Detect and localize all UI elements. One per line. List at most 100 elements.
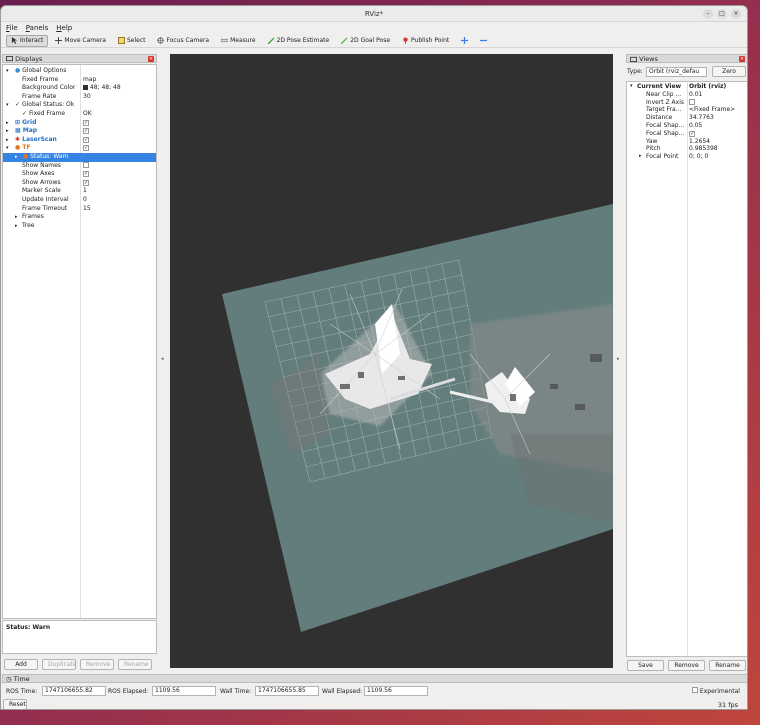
add-tool-button[interactable] <box>456 35 473 47</box>
tree-row-frames[interactable]: ▸ Frames <box>3 213 156 222</box>
minimize-button[interactable]: – <box>703 9 713 19</box>
near-clip-row[interactable]: Near Clip ... 0.01 <box>627 91 747 99</box>
chevron-right-icon[interactable]: ▸ <box>15 153 18 162</box>
invert-z-row[interactable]: Invert Z Axis <box>627 98 747 107</box>
scene-render[interactable] <box>170 54 613 668</box>
chevron-down-icon[interactable]: ▾ <box>6 101 9 110</box>
close-panel-icon[interactable]: × <box>148 56 154 62</box>
experimental-option[interactable]: Experimental <box>692 686 740 697</box>
chevron-right-icon[interactable]: ▸ <box>6 136 9 145</box>
distance-row[interactable]: Distance 34.7763 <box>627 114 747 122</box>
tree-row-map[interactable]: ▸ ▦ Map ✓ <box>3 127 156 136</box>
invert-z-checkbox[interactable] <box>689 98 695 105</box>
tree-row-background-color[interactable]: Background Color 48; 48; 48 <box>3 84 156 93</box>
check-icon: ✓ <box>22 110 28 117</box>
reset-button[interactable]: Reset <box>3 699 27 709</box>
color-swatch[interactable] <box>83 84 88 90</box>
zero-button[interactable]: Zero <box>712 66 746 77</box>
show-arrows-checkbox[interactable]: ✓ <box>83 179 89 186</box>
menu-help[interactable]: Help <box>56 22 72 34</box>
wall-time-field[interactable]: 1747106655.85 <box>255 686 319 696</box>
menu-panels[interactable]: Panels <box>26 22 49 34</box>
monitor-icon <box>6 56 13 62</box>
map-enabled-checkbox[interactable]: ✓ <box>83 128 89 135</box>
tree-row-show-arrows[interactable]: Show Arrows ✓ <box>3 179 156 188</box>
add-display-button[interactable]: Add <box>4 659 38 670</box>
select-tool[interactable]: Select <box>113 35 151 47</box>
tree-row-global-status[interactable]: ▾ ✓ Global Status: Ok <box>3 101 156 110</box>
tf-enabled-checkbox[interactable]: ✓ <box>83 145 89 152</box>
chevron-right-icon[interactable]: ▸ <box>6 127 9 136</box>
laserscan-enabled-checkbox[interactable]: ✓ <box>83 136 89 143</box>
title-bar[interactable]: RViz* – □ × <box>1 6 747 22</box>
focal-shape-size-row[interactable]: Focal Shap... 0.05 <box>627 122 747 130</box>
remove-view-button[interactable]: Remove <box>668 660 705 671</box>
tree-row-update-interval[interactable]: Update Interval 0 <box>3 196 156 205</box>
check-icon: ✓ <box>15 101 21 109</box>
target-frame-row[interactable]: Target Fra... <Fixed Frame> <box>627 106 747 114</box>
tree-row-tree[interactable]: ▸ Tree <box>3 222 156 231</box>
chevron-right-icon[interactable]: ▸ <box>15 213 18 222</box>
views-panel: Views × Type: Orbit (rviz_defau Zero ▾ C… <box>626 54 747 673</box>
duplicate-display-button[interactable]: Duplicate <box>42 659 77 670</box>
interact-tool[interactable]: Interact <box>6 34 49 47</box>
menu-file[interactable]: File <box>6 22 18 34</box>
measure-tool[interactable]: Measure <box>216 35 261 47</box>
close-button[interactable]: × <box>731 9 741 19</box>
tree-row-fixed-frame-status[interactable]: ✓ Fixed Frame OK <box>3 110 156 119</box>
tree-row-show-names[interactable]: Show Names <box>3 161 156 171</box>
rename-display-button[interactable]: Rename <box>118 659 152 670</box>
goal-pose-tool[interactable]: 2D Goal Pose <box>336 35 395 47</box>
remove-tool-button[interactable] <box>475 35 492 47</box>
view-type-select[interactable]: Orbit (rviz_defau <box>646 67 707 77</box>
chevron-down-icon[interactable]: ▾ <box>6 67 9 76</box>
ros-time-field[interactable]: 1747106655.82 <box>42 686 106 696</box>
show-names-checkbox[interactable] <box>83 161 89 168</box>
maximize-button[interactable]: □ <box>717 9 727 19</box>
pitch-row[interactable]: Pitch 0.985398 <box>627 145 747 153</box>
focal-point-row[interactable]: ▸ Focal Point 0; 0; 0 <box>627 153 747 161</box>
tree-row-global-options[interactable]: ▾ ● Global Options <box>3 67 156 76</box>
tree-row-tf[interactable]: ▾ ● TF ✓ <box>3 144 156 153</box>
laser-icon: ✱ <box>15 135 21 143</box>
chevron-right-icon[interactable]: ▸ <box>639 153 642 161</box>
chevron-right-icon[interactable]: ▸ <box>15 222 18 231</box>
globe-icon: ● <box>15 67 21 74</box>
chevron-down-icon[interactable]: ▾ <box>6 144 9 153</box>
wall-elapsed-field[interactable]: 1109.56 <box>364 686 428 696</box>
tree-row-frame-timeout[interactable]: Frame Timeout 15 <box>3 205 156 214</box>
displays-panel: Displays × ▾ ● Global Options Fixed Fram… <box>2 54 157 673</box>
grid-enabled-checkbox[interactable]: ✓ <box>83 119 89 126</box>
close-panel-icon[interactable]: × <box>739 56 745 62</box>
pose-estimate-tool[interactable]: 2D Pose Estimate <box>263 35 335 47</box>
focus-camera-tool[interactable]: Focus Camera <box>152 35 214 47</box>
remove-display-button[interactable]: Remove <box>80 659 114 670</box>
collapse-right-icon[interactable]: ▸ <box>617 356 620 362</box>
publish-point-tool[interactable]: Publish Point <box>397 35 454 47</box>
focal-shape-fixed-checkbox[interactable]: ✓ <box>689 130 695 137</box>
tree-row-frame-rate[interactable]: Frame Rate 30 <box>3 93 156 102</box>
select-box-icon <box>117 37 125 44</box>
tree-row-show-axes[interactable]: Show Axes ✓ <box>3 170 156 179</box>
render-viewport[interactable] <box>170 54 613 668</box>
tree-row-tf-status[interactable]: ▸ ● Status: Warn <box>3 153 156 162</box>
show-axes-checkbox[interactable]: ✓ <box>83 171 89 178</box>
ros-elapsed-field[interactable]: 1109.56 <box>152 686 216 696</box>
move-camera-tool[interactable]: Move Camera <box>50 35 111 47</box>
chevron-down-icon[interactable]: ▾ <box>630 83 633 91</box>
wall-elapsed-label: Wall Elapsed: <box>322 688 363 695</box>
tree-row-grid[interactable]: ▸ ⊞ Grid ✓ <box>3 119 156 128</box>
chevron-right-icon[interactable]: ▸ <box>6 119 9 128</box>
current-view-row[interactable]: ▾ Current View Orbit (rviz) <box>627 83 747 91</box>
status-description: Status: Warn <box>2 620 157 654</box>
tree-row-fixed-frame[interactable]: Fixed Frame map <box>3 76 156 85</box>
menu-bar: File Panels Help <box>1 22 747 34</box>
tree-row-laserscan[interactable]: ▸ ✱ LaserScan ✓ <box>3 136 156 145</box>
yaw-row[interactable]: Yaw 1.2654 <box>627 138 747 146</box>
focal-shape-fixed-row[interactable]: Focal Shap... ✓ <box>627 130 747 138</box>
rename-view-button[interactable]: Rename <box>709 660 746 671</box>
tree-row-marker-scale[interactable]: Marker Scale 1 <box>3 187 156 196</box>
save-view-button[interactable]: Save <box>627 660 664 671</box>
experimental-checkbox[interactable] <box>692 687 698 693</box>
collapse-left-icon[interactable]: ◂ <box>161 356 164 362</box>
